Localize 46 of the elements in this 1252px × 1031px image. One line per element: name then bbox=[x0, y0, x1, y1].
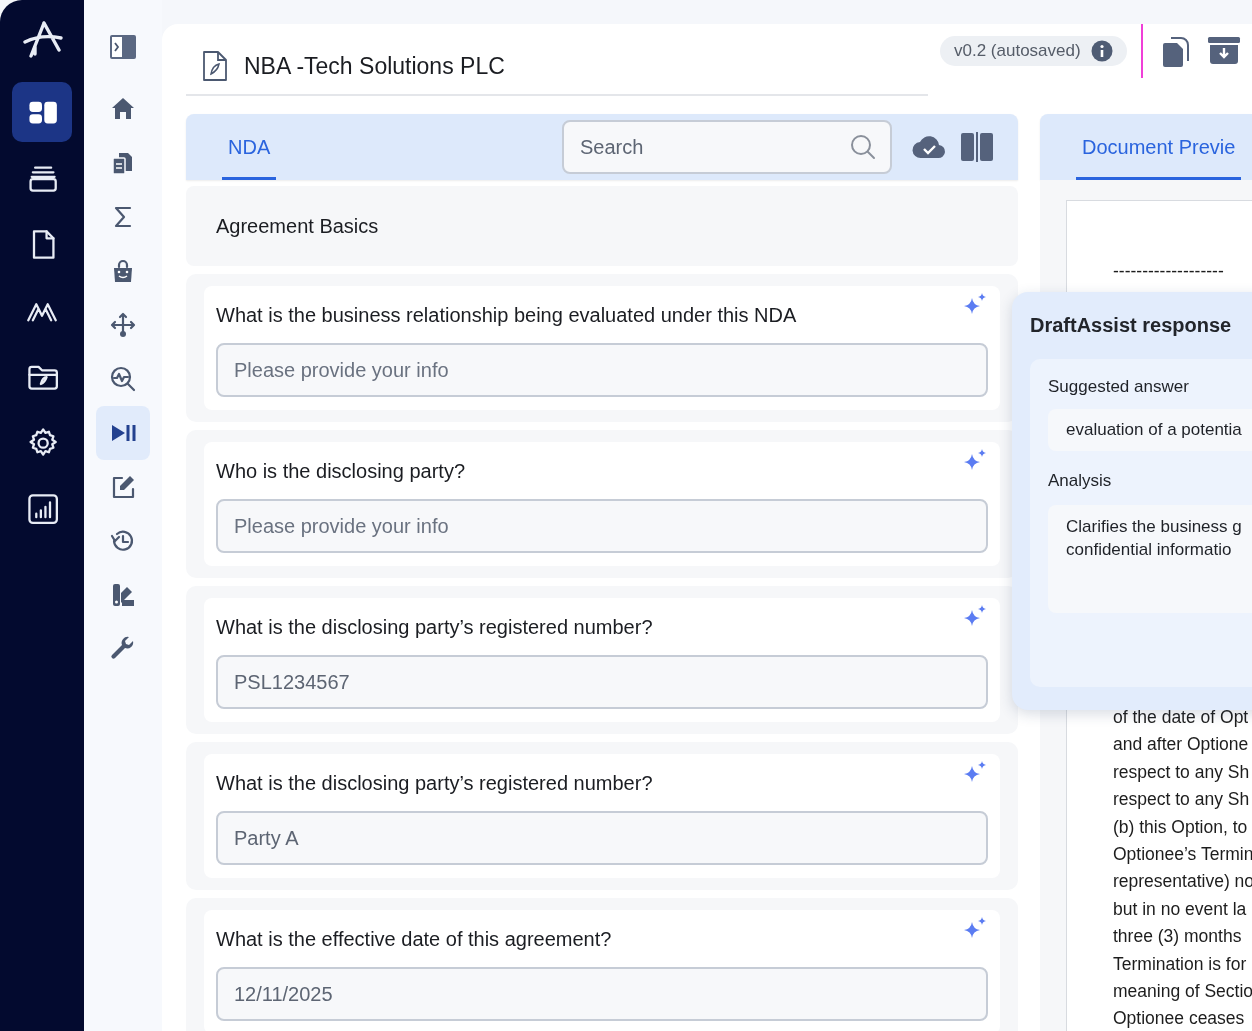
document-text-line: Termination is for bbox=[1113, 952, 1248, 976]
section-title: Agreement Basics bbox=[216, 214, 379, 238]
field-label: Analysis bbox=[1048, 471, 1113, 491]
version-text: v0.2 (autosaved) bbox=[954, 41, 1081, 61]
question-label: What is the effective date of this agreement? bbox=[216, 928, 612, 951]
document-text-line: but in no event la bbox=[1113, 897, 1248, 921]
panel-toggle-icon[interactable] bbox=[109, 34, 137, 60]
answer-field[interactable]: Please provide your info bbox=[216, 343, 988, 397]
search-field[interactable]: Search bbox=[562, 120, 892, 174]
question-label: Who is the disclosing party? bbox=[216, 460, 465, 483]
rail-button[interactable] bbox=[12, 82, 72, 142]
document-text-line: Optionee’s Termin bbox=[1113, 843, 1252, 867]
sidebar-button[interactable] bbox=[96, 406, 150, 460]
analysis-text: Clarifies the business g bbox=[1066, 516, 1243, 538]
question-label: What is the disclosing party’s registered number? bbox=[216, 772, 653, 795]
logo-icon bbox=[21, 20, 63, 60]
answer-field[interactable]: PSL1234567 bbox=[216, 655, 988, 709]
archive-icon[interactable] bbox=[1206, 35, 1241, 65]
popup-title: DraftAssist response bbox=[1030, 314, 1233, 337]
document-text-line: three (3) months bbox=[1113, 925, 1243, 949]
field-label: Suggested answer bbox=[1048, 377, 1190, 397]
document-text-line: meaning of Sectio bbox=[1113, 980, 1252, 1004]
split-view-icon[interactable] bbox=[960, 132, 994, 162]
info-icon[interactable] bbox=[1090, 40, 1113, 62]
question-label: What is the disclosing party’s registered number? bbox=[216, 616, 653, 639]
tab[interactable]: NDA bbox=[222, 114, 277, 180]
answer-field[interactable]: 12/11/2025 bbox=[216, 967, 988, 1021]
document-text-line: of the date of Opt bbox=[1113, 706, 1250, 729]
pulse-search-icon bbox=[109, 365, 137, 393]
answer-field[interactable]: Please provide your info bbox=[216, 499, 988, 553]
document-text-line: Optionee ceases bbox=[1113, 1007, 1246, 1031]
analysis-text: confidential informatio bbox=[1066, 539, 1233, 561]
document-text-line: respect to any Sh bbox=[1113, 788, 1251, 812]
document-text-line: respect to any Sh bbox=[1113, 760, 1251, 784]
move-arrows-icon bbox=[109, 311, 137, 339]
question-label: What is the business relationship being evaluated under this NDA bbox=[216, 304, 797, 327]
document-icon bbox=[202, 50, 228, 82]
bar-chart-icon bbox=[26, 492, 58, 524]
suggested-answer: evaluation of a potentia bbox=[1048, 409, 1252, 451]
copy-icon[interactable] bbox=[1160, 35, 1191, 67]
document-title: NBA -Tech Solutions PLC bbox=[244, 52, 505, 80]
divider-text: ------------------- bbox=[1113, 261, 1225, 282]
document-text-line: (b) this Option, to bbox=[1113, 815, 1249, 839]
document-text-line: and after Optione bbox=[1113, 733, 1250, 757]
search-icon bbox=[850, 134, 876, 160]
answer-field[interactable]: Party A bbox=[216, 811, 988, 865]
